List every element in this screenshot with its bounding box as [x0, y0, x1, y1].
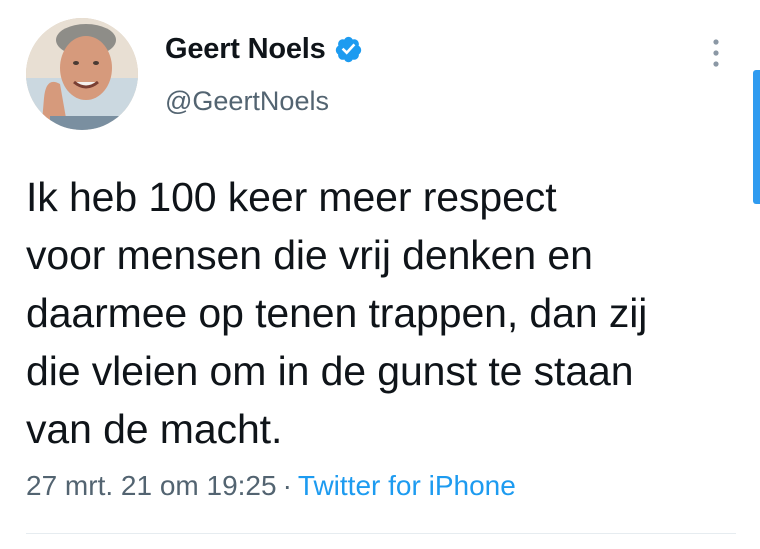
- tweet-line: die vleien om in de gunst te staan: [26, 348, 634, 394]
- tweet-line: Ik heb 100 keer meer respect: [26, 174, 557, 220]
- author-name-row[interactable]: Geert Noels: [165, 29, 363, 69]
- tweet-line: van de macht.: [26, 406, 283, 452]
- tweet-line: daarmee op tenen trappen, dan zij: [26, 290, 648, 336]
- source-link[interactable]: Twitter for iPhone: [298, 470, 516, 501]
- avatar[interactable]: [26, 18, 138, 130]
- meta-separator: ·: [282, 470, 292, 501]
- scrollbar-thumb[interactable]: [753, 70, 760, 204]
- author-handle[interactable]: @GeertNoels: [165, 86, 329, 117]
- tweet-text: Ik heb 100 keer meer respect voor mensen…: [26, 168, 746, 458]
- display-name[interactable]: Geert Noels: [165, 33, 326, 66]
- avatar-photo: [26, 18, 138, 130]
- more-vertical-icon[interactable]: [705, 36, 727, 70]
- timestamp[interactable]: 27 mrt. 21 om 19:25: [26, 470, 277, 501]
- verified-badge-icon: [334, 35, 363, 64]
- tweet-line: voor mensen die vrij denken en: [26, 232, 593, 278]
- tweet-meta: 27 mrt. 21 om 19:25 · Twitter for iPhone: [26, 470, 516, 502]
- divider: [26, 533, 736, 534]
